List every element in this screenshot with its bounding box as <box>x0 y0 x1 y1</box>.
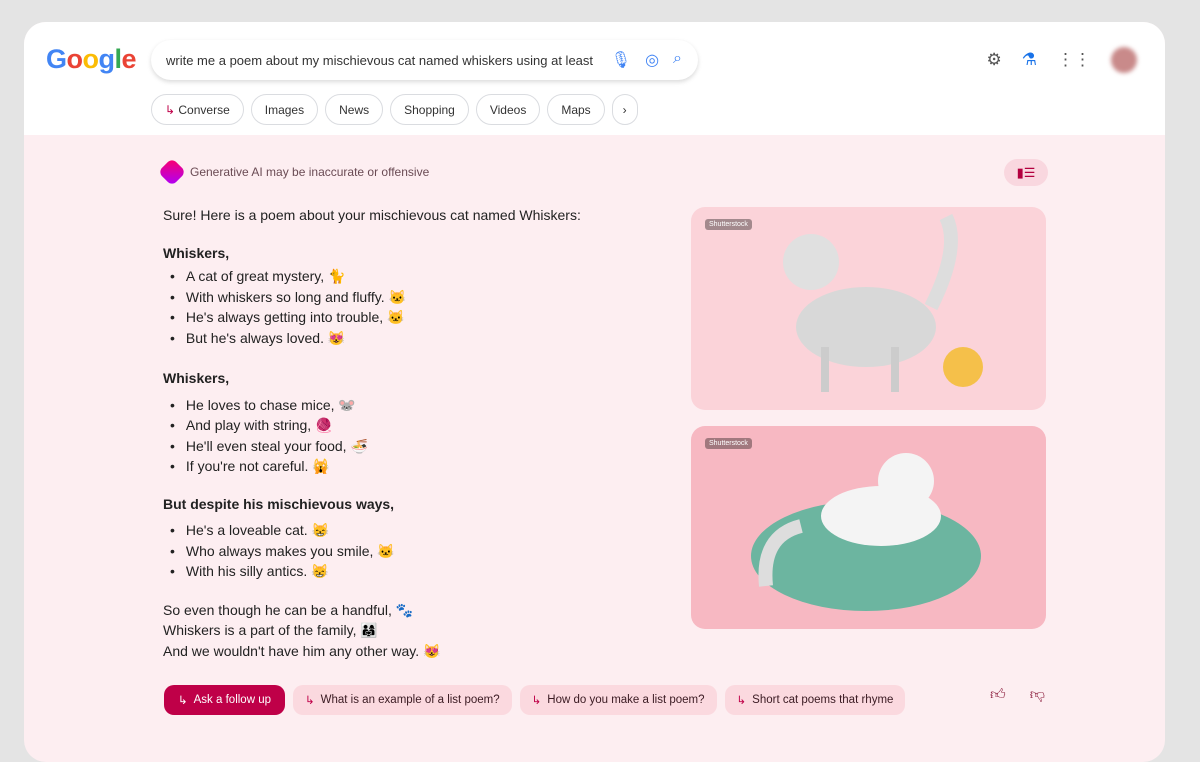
search-box[interactable]: write me a poem about my mischievous cat… <box>151 40 698 80</box>
tab-shopping[interactable]: Shopping <box>390 94 469 125</box>
poem-line: Whiskers is a part of the family, 👨‍👩‍👧 <box>163 622 378 638</box>
search-tabs: ↳ Converse Images News Shopping Videos M… <box>151 94 638 125</box>
chevron-right-icon[interactable]: › <box>611 94 638 125</box>
gear-icon[interactable]: ⚙ <box>987 50 1002 70</box>
button-label: Ask a follow up <box>193 694 271 706</box>
layout-toggle-button[interactable]: ▮☰ <box>1004 159 1048 186</box>
google-logo[interactable]: Google <box>46 44 137 75</box>
poem-line: A cat of great mystery, 🐈 <box>170 266 581 287</box>
cat-illustration <box>751 453 981 611</box>
image-source-badge: Shutterstock <box>705 438 752 449</box>
arrow-icon: ↳ <box>305 695 315 707</box>
poem-line: With his silly antics. 😸 <box>170 561 581 582</box>
tab-label: Converse <box>178 102 230 117</box>
tab-maps[interactable]: Maps <box>547 94 605 125</box>
chip-label: How do you make a list poem? <box>547 694 705 706</box>
ask-follow-up-button[interactable]: ↳ Ask a follow up <box>164 685 285 715</box>
arrow-icon: ↳ <box>178 695 188 707</box>
suggestion-chip[interactable]: ↳ Short cat poems that rhyme <box>724 685 906 715</box>
browser-frame: Google write me a poem about my mischiev… <box>24 22 1165 762</box>
microphone-icon[interactable]: 🎙 <box>611 50 631 70</box>
poem-line: But he's always loved. 😻 <box>170 328 581 349</box>
chip-label: Short cat poems that rhyme <box>752 694 894 706</box>
stanza-title: But despite his mischievous ways, <box>163 495 395 512</box>
poem-intro: Sure! Here is a poem about your mischiev… <box>163 207 581 223</box>
poem-line: So even though he can be a handful, 🐾 <box>163 601 414 618</box>
follow-up-bar: ↳ Ask a follow up ↳ What is an example of … <box>164 685 906 715</box>
disclaimer-text: Generative AI may be inaccurate or offen… <box>190 165 430 179</box>
poem-line: He'll even steal your food, 🍜 <box>170 436 581 457</box>
poem-line: He's a loveable cat. 😸 <box>170 520 581 541</box>
poem-line: Who always makes you smile, 🐱 <box>170 541 581 562</box>
lens-icon[interactable]: ◎ <box>645 50 659 70</box>
search-icon[interactable]: ⌕ <box>673 50 682 70</box>
suggestion-chip[interactable]: ↳ What is an example of a list poem? <box>293 685 512 715</box>
poem-line: If you're not careful. 🙀 <box>170 456 581 477</box>
stanza-title: Whiskers, <box>163 370 230 386</box>
suggestion-chip[interactable]: ↳ How do you make a list poem? <box>519 685 717 715</box>
arrow-icon: ↳ <box>165 102 179 117</box>
apps-grid-icon[interactable]: ⋮⋮ <box>1057 50 1091 70</box>
poem-line: With whiskers so long and fluffy. 🐱 <box>170 287 581 308</box>
tab-images[interactable]: Images <box>250 94 319 125</box>
avatar[interactable] <box>1111 47 1137 73</box>
header: Google write me a poem about my mischiev… <box>24 22 1165 135</box>
sparkle-icon <box>157 157 187 187</box>
tab-news[interactable]: News <box>325 94 384 125</box>
image-source-badge: Shutterstock <box>705 219 752 230</box>
poem-line: And we wouldn't have him any other way. … <box>163 642 441 659</box>
thumbs-down-icon[interactable]: 👎︎ <box>1030 686 1045 704</box>
poem-line: He's always getting into trouble, 🐱 <box>170 307 581 328</box>
cat-image-standing[interactable]: Shutterstock <box>691 207 1046 410</box>
thumbs-up-icon[interactable]: 👍︎ <box>990 686 1006 704</box>
search-input[interactable]: write me a poem about my mischievous cat… <box>166 53 593 68</box>
tab-converse[interactable]: ↳ Converse <box>151 94 244 125</box>
cat-image-bed[interactable]: Shutterstock <box>691 426 1046 629</box>
arrow-icon: ↳ <box>531 695 542 707</box>
poem-line: He loves to chase mice, 🐭 <box>170 395 581 416</box>
arrow-icon: ↳ <box>736 695 747 707</box>
poem-response: Sure! Here is a poem about your mischiev… <box>163 205 581 661</box>
poem-line: And play with string, 🧶 <box>170 415 581 436</box>
tab-videos[interactable]: Videos <box>475 94 541 125</box>
cat-illustration <box>783 213 983 392</box>
ai-disclaimer: Generative AI may be inaccurate or offen… <box>157 157 430 187</box>
stanza-title: Whiskers, <box>163 244 230 261</box>
labs-flask-icon[interactable]: ⚗ <box>1022 50 1037 70</box>
chip-label: What is an example of a list poem? <box>320 694 500 706</box>
